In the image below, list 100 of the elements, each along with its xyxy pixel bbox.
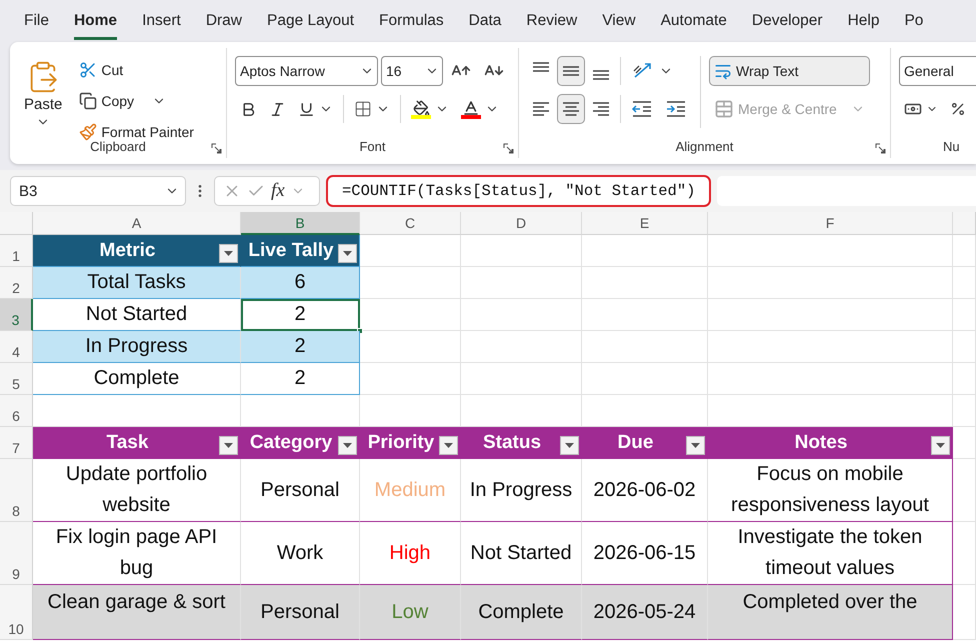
empty-cell[interactable] <box>953 395 976 427</box>
table-cell[interactable]: 2 <box>241 363 360 395</box>
dialog-launcher-icon[interactable] <box>211 143 222 154</box>
column-header[interactable]: D <box>461 212 582 235</box>
empty-cell[interactable] <box>461 267 582 299</box>
table-cell: Update portfolio website <box>33 459 241 522</box>
formula-field[interactable]: =COUNTIF(Tasks[Status], "Not Started") <box>326 175 712 207</box>
indent-decrease-icon <box>631 99 653 119</box>
wrap-text-button[interactable]: Wrap Text <box>709 56 870 86</box>
table-cell: Completed over the <box>708 585 953 640</box>
table-cell: In Progress <box>461 459 582 522</box>
row-header[interactable]: 4 <box>0 331 33 363</box>
empty-cell[interactable] <box>708 331 953 363</box>
menu-tab[interactable]: File <box>24 2 49 40</box>
filter-dropdown-button[interactable] <box>931 436 950 455</box>
menu-tab[interactable]: View <box>602 2 636 40</box>
empty-cell[interactable] <box>708 235 953 267</box>
name-box[interactable]: B3 <box>10 176 186 206</box>
menu-tab[interactable]: Help <box>848 2 880 40</box>
table-cell[interactable]: 2 <box>241 331 360 363</box>
table-cell: Medium <box>360 459 461 522</box>
column-header[interactable] <box>953 212 976 235</box>
number-format-dropdown[interactable]: General <box>899 56 976 86</box>
empty-cell[interactable] <box>461 331 582 363</box>
table-cell: Focus on mobile responsiveness layout <box>708 459 953 522</box>
empty-cell[interactable] <box>461 299 582 331</box>
empty-cell[interactable] <box>582 267 708 299</box>
align-center-button[interactable] <box>557 94 585 124</box>
row-header[interactable]: 7 <box>0 427 33 459</box>
empty-cell[interactable] <box>953 299 976 331</box>
filter-dropdown-button[interactable] <box>219 436 238 455</box>
align-middle-button[interactable] <box>557 56 585 86</box>
menu-tab[interactable]: Draw <box>206 2 242 40</box>
empty-cell[interactable] <box>953 363 976 395</box>
empty-cell[interactable] <box>582 299 708 331</box>
menu-tab[interactable]: Data <box>468 2 502 40</box>
filter-dropdown-button[interactable] <box>686 436 705 455</box>
dropdown-arrow-icon <box>224 442 233 448</box>
column-header[interactable]: E <box>582 212 708 235</box>
empty-cell[interactable] <box>953 585 976 640</box>
empty-cell[interactable] <box>461 235 582 267</box>
row-header[interactable]: 3 <box>0 299 33 331</box>
merge-cells-icon <box>714 99 734 119</box>
font-size-dropdown[interactable]: 16 <box>381 56 443 86</box>
empty-cell[interactable] <box>708 267 953 299</box>
table-cell: 2026-05-24 <box>582 585 708 640</box>
menu-tab[interactable]: Developer <box>752 2 823 40</box>
menu-tab[interactable]: Po <box>904 2 924 40</box>
copy-button[interactable]: Copy <box>74 87 199 114</box>
empty-cell[interactable] <box>582 331 708 363</box>
empty-cell[interactable] <box>953 427 976 459</box>
row-header[interactable]: 8 <box>0 459 33 522</box>
row-header[interactable]: 5 <box>0 363 33 395</box>
group-label: Clipboard <box>89 138 147 156</box>
filter-dropdown-button[interactable] <box>219 244 238 263</box>
underline-icon <box>298 100 315 118</box>
row-header[interactable]: 6 <box>0 395 33 427</box>
menu-tab[interactable]: Insert <box>142 2 181 40</box>
column-header[interactable]: F <box>708 212 953 235</box>
empty-cell[interactable] <box>953 522 976 585</box>
empty-cell[interactable] <box>953 331 976 363</box>
font-name-dropdown[interactable]: Aptos Narrow <box>235 56 378 86</box>
table-cell: Fix login page API bug <box>33 522 241 585</box>
cut-button[interactable]: Cut <box>74 56 199 83</box>
empty-cell[interactable] <box>582 235 708 267</box>
column-header[interactable]: A <box>33 212 241 235</box>
insert-function-button[interactable]: fx <box>271 180 285 202</box>
filter-dropdown-button[interactable] <box>560 436 579 455</box>
select-all-button[interactable] <box>0 212 33 235</box>
empty-cell[interactable] <box>953 459 976 522</box>
empty-cell[interactable] <box>708 299 953 331</box>
table-cell[interactable]: 2 <box>241 299 360 331</box>
row-header[interactable]: 1 <box>0 235 33 267</box>
filter-dropdown-button[interactable] <box>338 244 357 263</box>
dialog-launcher-icon[interactable] <box>875 143 886 154</box>
paste-button[interactable]: Paste <box>18 56 68 136</box>
filter-dropdown-button[interactable] <box>338 436 357 455</box>
row-header[interactable]: 9 <box>0 522 33 585</box>
filter-dropdown-button[interactable] <box>439 436 458 455</box>
menu-tab[interactable]: Formulas <box>379 2 444 40</box>
table-cell: Not Started <box>33 299 241 331</box>
empty-cell[interactable] <box>461 363 582 395</box>
menu-tab[interactable]: Review <box>526 2 578 40</box>
indent-increase-icon <box>665 99 687 119</box>
menu-tab[interactable]: Automate <box>660 2 727 40</box>
menu-tab[interactable]: Page Layout <box>267 2 354 40</box>
empty-cell[interactable] <box>582 363 708 395</box>
dropdown-arrow-icon <box>565 442 574 448</box>
column-header[interactable]: C <box>360 212 461 235</box>
column-header[interactable]: B <box>241 212 360 235</box>
dialog-launcher-icon[interactable] <box>503 143 514 154</box>
table-cell: Personal <box>241 459 360 522</box>
table-header-cell: Live Tally <box>241 235 360 267</box>
italic-icon <box>269 100 286 118</box>
row-header[interactable]: 10 <box>0 585 33 640</box>
table-cell[interactable]: 6 <box>241 267 360 299</box>
row-header[interactable]: 2 <box>0 267 33 299</box>
empty-cell[interactable] <box>708 363 953 395</box>
empty-cell[interactable] <box>953 267 976 299</box>
font-color-icon <box>461 99 481 119</box>
